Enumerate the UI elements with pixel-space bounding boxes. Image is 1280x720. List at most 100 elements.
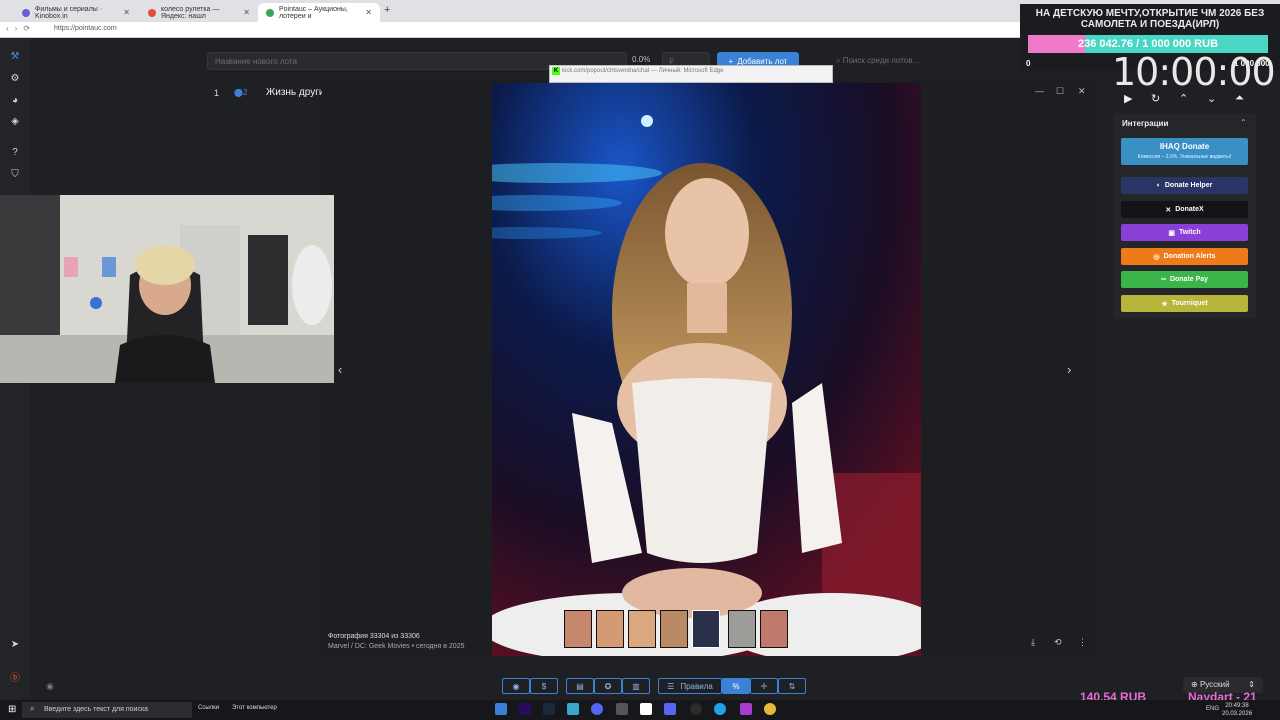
percent-button[interactable]: % [722,678,750,694]
edge-icon[interactable] [714,703,726,715]
lot-name[interactable]: Жизнь други [266,87,324,98]
kinobox-icon [22,8,30,17]
pointauc-icon [266,8,274,17]
save-button[interactable]: ▤ [566,678,594,694]
browser-icon[interactable] [567,703,579,715]
photo-image [492,83,921,656]
new-tab-icon[interactable]: + [384,4,390,16]
app-icon[interactable] [640,703,652,715]
close-icon[interactable]: ✕ [365,8,372,17]
chevron-down-icon[interactable]: ⌄ [1207,92,1216,105]
rules-button[interactable]: ☰ Правила [658,678,722,694]
double-chevron-up-icon[interactable]: ⏶ [1235,92,1244,105]
twitch-icon: ▣ [1168,229,1175,237]
donation-alerts-icon: ◎ [1153,253,1160,261]
lot-search-input[interactable]: ⌕ Поиск среди лотов... [832,52,1032,70]
donate-button[interactable]: $ [530,678,558,694]
taskbar-this-pc[interactable]: Этот компьютер [232,705,277,711]
percent-value: 0.0% [632,55,651,64]
reset-icon[interactable]: ↻ [1151,92,1160,105]
premiere-icon[interactable] [519,703,531,715]
app-icon[interactable] [495,703,507,715]
edge-popup-title: kick.com/popout/chtsverdna/chat — Личный… [562,68,724,74]
app-icon[interactable] [740,703,752,715]
wheel-button[interactable]: ✪ [594,678,622,694]
chrome-icon[interactable] [764,703,776,715]
minimize-icon[interactable]: — [1035,86,1044,96]
add-button[interactable]: ✛ [750,678,778,694]
photo [492,83,921,656]
next-arrow-icon[interactable]: › [1067,362,1071,377]
ihaq-label: IHAQ Donate [1159,142,1210,151]
thumbnail-active[interactable] [692,610,720,648]
donate-helper-button[interactable]: ◐ Donate Helper [1121,177,1248,194]
taskbar-links[interactable]: Ссылки [198,705,219,711]
list-icon: ☰ [667,681,675,691]
chevron-up-icon[interactable]: ⌃ [1240,118,1247,127]
download-icon[interactable]: ⤓ [1031,637,1035,648]
taskbar-language[interactable]: ENG [1206,706,1219,712]
tab-label: колесо рулетка — Яндекс: нашл [161,5,220,20]
tab-label: Фильмы и сериалы · Kinobox.in [35,5,103,20]
nav-icons[interactable]: ‹›⟳ [6,24,36,33]
tourniquet-button[interactable]: ★ Tourniquet [1121,295,1248,312]
obs-icon[interactable] [690,703,702,715]
donate-pay-button[interactable]: ∞ Donate Pay [1121,271,1248,288]
maximize-icon[interactable]: ☐ [1056,86,1064,97]
photo-subcaption: Marvel / DC: Geek Movies • сегодня в 202… [328,643,465,650]
url-text[interactable]: https://pointauc.com [54,25,117,32]
thumbnail[interactable] [564,610,592,648]
thumbnail[interactable] [760,610,788,648]
discord-icon[interactable] [591,703,603,715]
timer-display: 10:00:00 [1112,50,1276,94]
layers-icon[interactable]: ◈ [8,115,22,129]
tab-pointauc[interactable]: Pointauc – Аукционы, лотереи и ✕ [258,3,380,22]
windows-start-icon[interactable]: ⊞ [8,704,16,715]
settings-icon[interactable] [616,703,628,715]
donate-helper-icon: ◐ [1156,182,1161,189]
button-label: DonateX [1175,206,1204,213]
lot-badge: ⬤2 [234,88,248,97]
help-icon[interactable]: ? [8,146,22,160]
delete-button[interactable]: ▥ [622,678,650,694]
chevron-up-icon[interactable]: ⌃ [1179,92,1188,105]
thumbnail[interactable] [628,610,656,648]
shield-icon[interactable]: ⛉ [8,168,22,182]
app-icon[interactable] [664,703,676,715]
telegram-icon[interactable]: ➤ [8,638,22,652]
prev-arrow-icon[interactable]: ‹ [338,362,342,377]
play-icon[interactable]: ▶ [1124,92,1132,105]
steam-icon[interactable] [543,703,555,715]
more-icon[interactable]: ⋮ [1078,637,1087,648]
twitch-button[interactable]: ▣ Twitch [1121,224,1248,241]
tab-kinobox[interactable]: Фильмы и сериалы · Kinobox.in ✕ [14,3,138,22]
close-icon[interactable]: ✕ [123,8,130,17]
tab-label: Pointauc – Аукционы, лотереи и [279,5,348,20]
lot-badge-value: 2 [242,88,248,97]
taskbar-search[interactable]: Введите здесь текст для поиска [22,702,192,718]
taskbar-clock[interactable]: 20:49:38 20.03.2026 [1222,702,1252,718]
eye-icon[interactable]: ◉ [46,681,54,692]
tab-yandex[interactable]: колесо рулетка — Яндекс: нашл ✕ [140,3,258,22]
thumbnail[interactable] [596,610,624,648]
sort-button[interactable]: ⇅ [778,678,806,694]
boosty-icon[interactable]: ⓑ [8,672,22,686]
percent-label: % [732,681,740,691]
gear-icon[interactable]: ⚙ [8,72,22,86]
close-icon[interactable]: ✕ [243,8,250,17]
button-label: Twitch [1178,229,1201,236]
thumbnail[interactable] [660,610,688,648]
wheel-icon[interactable]: ◕ [8,94,22,108]
close-icon[interactable]: ✕ [1078,86,1086,97]
github-button[interactable]: ◉ [502,678,530,694]
goal-title: НА ДЕТСКУЮ МЕЧТУ,ОТКРЫТИЕ ЧМ 2026 БЕЗ СА… [1035,8,1265,30]
thumbnail[interactable] [728,610,756,648]
rotate-icon[interactable]: ⟲ [1054,637,1062,648]
sort-icon: ⇅ [788,681,796,691]
button-label: Donate Helper [1164,182,1213,189]
button-label: Tourniquet [1171,300,1208,307]
donatex-button[interactable]: ✕ DonateX [1121,201,1248,218]
lot-number: 1 [214,88,220,98]
hammer-icon[interactable]: ⚒ [8,50,22,64]
donation-alerts-button[interactable]: ◎ Donation Alerts [1121,248,1248,265]
